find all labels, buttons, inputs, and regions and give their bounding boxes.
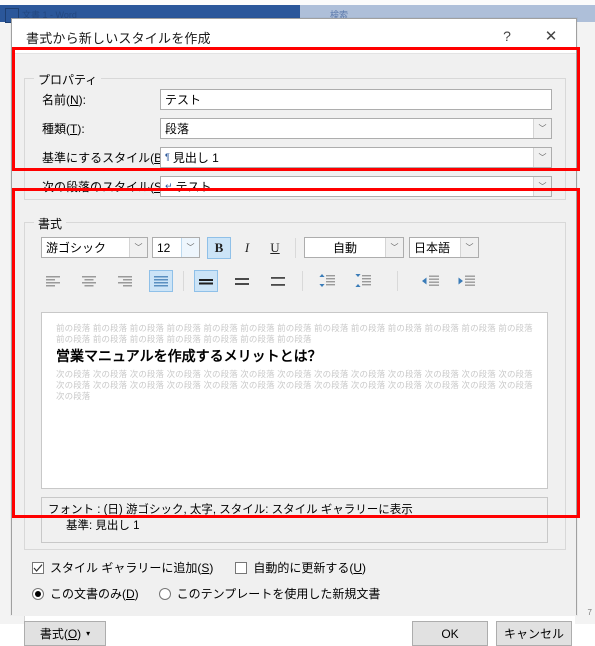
description-line-2: 基準: 見出し 1 [66, 520, 140, 532]
properties-group-label: プロパティ [34, 71, 102, 88]
font-size-combo[interactable]: 12 ﹀ [152, 237, 200, 258]
auto-update-label: 自動的に更新する(U) [253, 561, 367, 575]
align-justify-icon[interactable] [149, 270, 173, 292]
underline-button[interactable]: U [263, 237, 287, 259]
font-color-combo[interactable]: 自動 ﹀ [304, 237, 404, 258]
toolbar-divider [302, 271, 303, 291]
format-button[interactable]: 書式(O) ▾ [24, 621, 106, 646]
chevron-down-icon[interactable]: ﹀ [533, 177, 551, 196]
style-preview-pane: 前の段落 前の段落 前の段落 前の段落 前の段落 前の段落 前の段落 前の段落 … [41, 312, 548, 489]
paragraph-mark-icon: ¶ [165, 152, 170, 162]
font-color-value: 自動 [332, 241, 357, 255]
style-name-input[interactable]: テスト [160, 89, 552, 110]
next-style-row: 次の段落のスタイル(S): ↵ テスト ﹀ [42, 176, 562, 197]
auto-update-checkbox[interactable]: 自動的に更新する(U) [235, 559, 366, 576]
based-on-style-label: 基準にするスタイル(B): [42, 151, 169, 165]
chevron-down-icon[interactable]: ﹀ [385, 238, 403, 257]
paragraph-toolbar [41, 269, 478, 293]
cancel-button[interactable]: キャンセル [496, 621, 572, 646]
align-right-icon[interactable] [113, 270, 137, 292]
next-style-combo[interactable]: ↵ テスト ﹀ [160, 176, 552, 197]
increase-indent-icon[interactable] [454, 270, 478, 292]
language-combo[interactable]: 日本語 ﹀ [409, 237, 479, 258]
dialog-title: 書式から新しいスタイルを作成 [26, 31, 211, 46]
style-name-label: 名前(N): [42, 93, 87, 107]
radio-selected-icon[interactable] [32, 587, 44, 600]
decrease-space-before-icon[interactable] [315, 270, 339, 292]
chevron-down-icon[interactable]: ﹀ [181, 238, 199, 257]
preview-next-paragraph: 次の段落 次の段落 次の段落 次の段落 次の段落 次の段落 次の段落 次の段落 … [56, 369, 533, 401]
pilcrow-return-icon: ↵ [165, 181, 173, 191]
check-icon [33, 563, 43, 572]
preview-heading-text: 営業マニュアルを作成するメリットとは？ [56, 348, 322, 364]
font-toolbar: 游ゴシック ﹀ 12 ﹀ B I U 自動 ﹀ 日本語 ﹀ [41, 236, 479, 259]
toolbar-divider [295, 237, 296, 258]
ok-button[interactable]: OK [412, 621, 488, 646]
formatting-group-label: 書式 [34, 215, 67, 232]
preview-previous-paragraph: 前の段落 前の段落 前の段落 前の段落 前の段落 前の段落 前の段落 前の段落 … [56, 323, 533, 344]
add-to-gallery-label: スタイル ギャラリーに追加(S) [50, 561, 214, 575]
line-spacing-single-icon[interactable] [194, 270, 218, 292]
font-family-value: 游ゴシック [46, 241, 107, 255]
close-icon[interactable]: ✕ [534, 19, 568, 53]
style-name-row: 名前(N): テスト [42, 89, 562, 110]
description-line-1: フォント : (日) 游ゴシック, 太字, スタイル: スタイル ギャラリーに表… [48, 504, 413, 516]
style-type-row: 種類(T): 段落 ﹀ [42, 118, 562, 139]
based-on-style-row: 基準にするスタイル(B): ¶ 見出し 1 ﹀ [42, 147, 562, 168]
style-type-value: 段落 [165, 122, 190, 136]
font-size-value: 12 [157, 240, 171, 255]
align-left-icon[interactable] [41, 270, 65, 292]
based-on-style-text: 見出し 1 [172, 151, 219, 165]
new-documents-radio[interactable]: このテンプレートを使用した新規文書 [158, 585, 381, 602]
scope-radio-row: この文書のみ(D) このテンプレートを使用した新規文書 [32, 585, 380, 602]
radio-unselected-icon[interactable] [158, 587, 171, 600]
page-number-indicator: 7 [587, 608, 592, 617]
bold-button[interactable]: B [207, 236, 231, 259]
chevron-down-icon[interactable]: ﹀ [533, 119, 551, 138]
next-style-value: ↵ テスト [161, 178, 533, 195]
based-on-style-combo[interactable]: ¶ 見出し 1 ﹀ [160, 147, 552, 168]
checkbox-checked-icon[interactable] [32, 561, 44, 574]
language-value: 日本語 [414, 241, 451, 255]
dialog-body: プロパティ 名前(N): テスト 種類(T): 段落 ﹀ 基準にするスタイル(B… [12, 54, 576, 646]
chevron-down-icon[interactable]: ﹀ [533, 148, 551, 167]
style-type-combo[interactable]: 段落 ﹀ [160, 118, 552, 139]
checkbox-options-row: スタイル ギャラリーに追加(S) 自動的に更新する(U) [32, 559, 366, 576]
checkbox-unchecked-icon[interactable] [235, 561, 248, 574]
italic-button[interactable]: I [235, 237, 259, 259]
caret-down-icon: ▾ [86, 629, 91, 638]
line-spacing-1half-icon[interactable] [230, 270, 254, 292]
style-description-box: フォント : (日) 游ゴシック, 太字, スタイル: スタイル ギャラリーに表… [41, 497, 548, 543]
this-document-only-label: この文書のみ(D) [50, 587, 139, 601]
right-scroll-strip [575, 22, 595, 624]
help-icon[interactable]: ? [490, 19, 524, 53]
next-style-label: 次の段落のスタイル(S): [42, 180, 169, 194]
based-on-style-value: ¶ 見出し 1 [161, 149, 533, 166]
dialog-title-bar: 書式から新しいスタイルを作成 ? ✕ [12, 19, 576, 54]
chevron-down-icon[interactable]: ﹀ [460, 238, 478, 257]
font-family-combo[interactable]: 游ゴシック ﹀ [41, 237, 148, 258]
add-to-gallery-checkbox[interactable]: スタイル ギャラリーに追加(S) [32, 559, 213, 576]
toolbar-divider [397, 271, 398, 291]
new-documents-label: このテンプレートを使用した新規文書 [176, 587, 381, 601]
next-style-text: テスト [175, 180, 212, 194]
decrease-indent-icon[interactable] [418, 270, 442, 292]
increase-space-after-icon[interactable] [351, 270, 375, 292]
line-spacing-double-icon[interactable] [266, 270, 290, 292]
this-document-only-radio[interactable]: この文書のみ(D) [32, 585, 139, 602]
toolbar-divider [183, 271, 184, 291]
chevron-down-icon[interactable]: ﹀ [129, 238, 147, 257]
align-center-icon[interactable] [77, 270, 101, 292]
create-new-style-dialog: 書式から新しいスタイルを作成 ? ✕ プロパティ 名前(N): テスト 種類(T… [11, 18, 577, 646]
style-type-label: 種類(T): [42, 122, 85, 136]
